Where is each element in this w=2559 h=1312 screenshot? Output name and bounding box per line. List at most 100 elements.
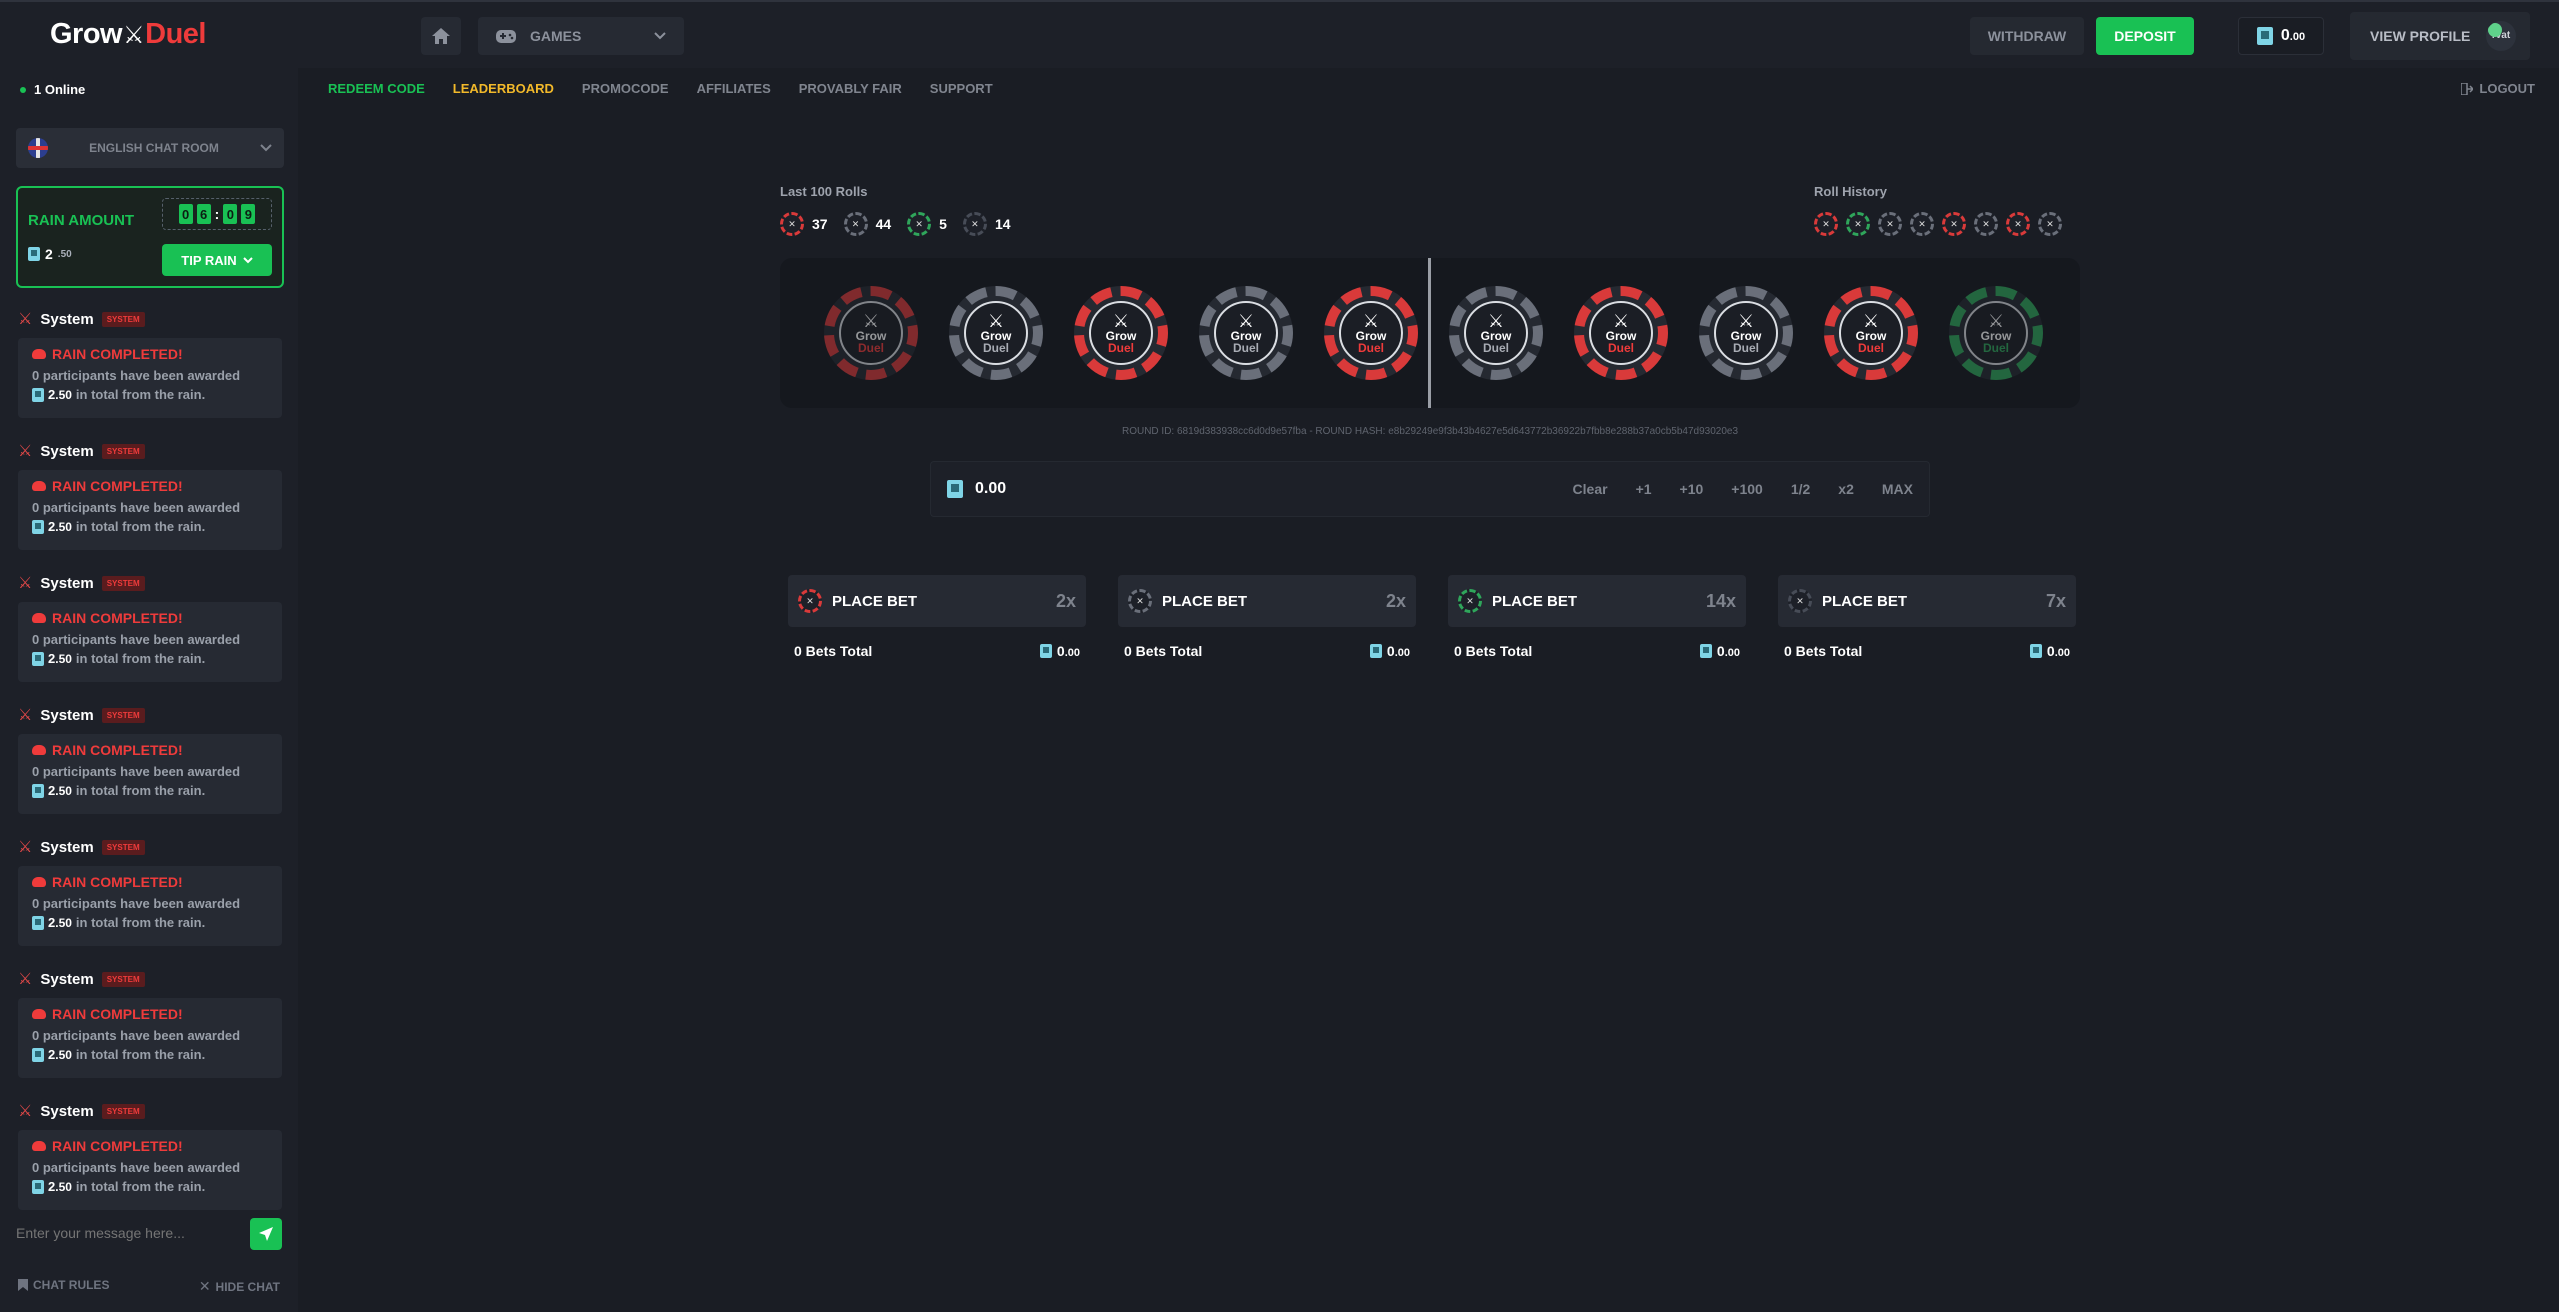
message-title-text: RAIN COMPLETED! bbox=[52, 346, 183, 362]
balance-int: 0 bbox=[2280, 27, 2290, 44]
message-author[interactable]: System bbox=[40, 1103, 93, 1120]
bet-amount-value[interactable]: 0.00 bbox=[975, 480, 1545, 498]
bets-total-amount: 0.00 bbox=[1699, 643, 1740, 659]
bet-multiplier: 14x bbox=[1705, 590, 1736, 611]
message-title: RAIN COMPLETED! bbox=[32, 610, 268, 626]
crossed-swords-icon: ⚔ bbox=[1362, 311, 1380, 331]
crossed-swords-icon: ⚔ bbox=[1112, 311, 1130, 331]
message-line-1: 0 participants have been awarded bbox=[32, 368, 268, 383]
message-line-1-text: participants have been awarded bbox=[42, 1028, 241, 1043]
site-logo[interactable]: Grow⚔Duel bbox=[50, 18, 206, 51]
lock-coin-icon bbox=[32, 387, 44, 402]
chip-face: ⚔ Grow Duel bbox=[1839, 301, 1903, 365]
message-author[interactable]: System bbox=[40, 443, 93, 460]
nav-affiliates[interactable]: AFFILIATES bbox=[697, 81, 771, 96]
chat-rules-link[interactable]: CHAT RULES bbox=[18, 1278, 109, 1292]
view-profile-label: VIEW PROFILE bbox=[2370, 28, 2471, 44]
chip-dark-icon bbox=[962, 212, 987, 236]
balance-dec: .00 bbox=[2289, 31, 2306, 43]
deposit-button[interactable]: DEPOSIT bbox=[2096, 17, 2194, 55]
bet-amount-input[interactable]: 0.00 Clear +1 +10 +100 1/2 x2 MAX bbox=[930, 461, 1930, 517]
bet-max-button[interactable]: MAX bbox=[1882, 481, 1913, 497]
timer-digit: 6 bbox=[196, 204, 211, 224]
rain-panel: RAIN AMOUNT 2.50 0 6 : 0 9 TIP RAIN bbox=[16, 186, 284, 288]
bet-half-button[interactable]: 1/2 bbox=[1791, 481, 1810, 497]
roller-chip-grey: ⚔ Grow Duel bbox=[949, 286, 1043, 380]
message-line-1-text: participants have been awarded bbox=[42, 500, 241, 515]
logout-button[interactable]: LOGOUT bbox=[2461, 81, 2535, 96]
system-badge: SYSTEM bbox=[101, 443, 145, 459]
chat-room-select[interactable]: ENGLISH CHAT ROOM bbox=[16, 128, 284, 168]
roller-chip-red: ⚔ Grow Duel bbox=[1574, 286, 1668, 380]
message-author[interactable]: System bbox=[40, 575, 93, 592]
nav-support[interactable]: SUPPORT bbox=[930, 81, 993, 96]
last-rolls-label: Last 100 Rolls bbox=[780, 184, 868, 199]
chevron-down-icon bbox=[242, 256, 253, 263]
chat-message-input[interactable] bbox=[16, 1216, 236, 1250]
chip-green-icon bbox=[1458, 589, 1482, 613]
participants-count: 0 bbox=[32, 1028, 40, 1043]
bet-multiplier: 2x bbox=[1055, 590, 1076, 611]
chip-word-duel: Duel bbox=[1357, 341, 1384, 355]
system-badge: SYSTEM bbox=[101, 707, 145, 723]
message-title: RAIN COMPLETED! bbox=[32, 742, 268, 758]
chevron-down-icon bbox=[260, 144, 272, 152]
bet-clear-button[interactable]: Clear bbox=[1573, 481, 1608, 497]
place-bet-button[interactable]: PLACE BET 7x bbox=[1778, 575, 2076, 627]
place-bet-button[interactable]: PLACE BET 2x bbox=[1118, 575, 1416, 627]
message-title: RAIN COMPLETED! bbox=[32, 478, 268, 494]
message-author[interactable]: System bbox=[40, 311, 93, 328]
roll-stat-count: 37 bbox=[812, 216, 828, 232]
roller-chip-grey: ⚔ Grow Duel bbox=[1449, 286, 1543, 380]
home-button[interactable] bbox=[421, 17, 461, 55]
rain-cloud-icon bbox=[32, 349, 46, 359]
chip-grey-icon bbox=[843, 212, 868, 236]
message-author[interactable]: System bbox=[40, 971, 93, 988]
chip-face: ⚔ Grow Duel bbox=[1339, 301, 1403, 365]
send-button[interactable] bbox=[250, 1218, 282, 1250]
message-title: RAIN COMPLETED! bbox=[32, 874, 268, 890]
bets-total-dec: .00 bbox=[2054, 647, 2070, 659]
nav-provably-fair[interactable]: PROVABLY FAIR bbox=[799, 81, 902, 96]
bet-double-button[interactable]: x2 bbox=[1838, 481, 1854, 497]
chip-face: ⚔ Grow Duel bbox=[1464, 301, 1528, 365]
message-line-1-text: participants have been awarded bbox=[42, 1160, 241, 1175]
crossed-swords-icon: ⚔ bbox=[123, 22, 145, 49]
nav-leaderboard[interactable]: LEADERBOARD bbox=[453, 81, 554, 96]
logout-label: LOGOUT bbox=[2479, 81, 2535, 96]
hide-chat-button[interactable]: ✕ HIDE CHAT bbox=[199, 1278, 280, 1295]
withdraw-button[interactable]: WITHDRAW bbox=[1970, 17, 2084, 55]
bets-total-row: 0 Bets Total 0.00 bbox=[1778, 643, 2076, 659]
message-card: RAIN COMPLETED! 0 participants have been … bbox=[18, 602, 282, 682]
games-dropdown[interactable]: GAMES bbox=[478, 17, 684, 55]
message-line-1-text: participants have been awarded bbox=[42, 764, 241, 779]
lock-coin-icon bbox=[2256, 27, 2273, 45]
nav-redeem-code[interactable]: REDEEM CODE bbox=[328, 81, 425, 96]
avatar-alt-text: rvat bbox=[2491, 30, 2511, 41]
message-header: ⚔ System SYSTEM bbox=[18, 572, 282, 594]
system-badge: SYSTEM bbox=[101, 1103, 145, 1119]
bet-plus-1-button[interactable]: +1 bbox=[1636, 481, 1652, 497]
message-line-2-text: in total from the rain. bbox=[75, 651, 206, 666]
message-line-2: 2.50 in total from the rain. bbox=[32, 915, 268, 930]
chat-footer: CHAT RULES ✕ HIDE CHAT bbox=[0, 1278, 298, 1302]
view-profile-button[interactable]: VIEW PROFILE rvat bbox=[2350, 12, 2530, 60]
bet-plus-10-button[interactable]: +10 bbox=[1680, 481, 1704, 497]
chip-red-icon bbox=[798, 589, 822, 613]
message-author[interactable]: System bbox=[40, 707, 93, 724]
message-title-text: RAIN COMPLETED! bbox=[52, 742, 183, 758]
roller-chip-red: ⚔ Grow Duel bbox=[824, 286, 918, 380]
crossed-swords-icon: ⚔ bbox=[862, 311, 880, 331]
system-badge: SYSTEM bbox=[101, 839, 145, 855]
balance-display[interactable]: 0.00 bbox=[2238, 17, 2324, 55]
bet-plus-100-button[interactable]: +100 bbox=[1731, 481, 1763, 497]
place-bet-button[interactable]: PLACE BET 14x bbox=[1448, 575, 1746, 627]
uk-flag-icon bbox=[28, 138, 48, 158]
chip-word-duel: Duel bbox=[1857, 341, 1884, 355]
place-bet-button[interactable]: PLACE BET 2x bbox=[788, 575, 1086, 627]
history-chip-grey-icon bbox=[1910, 212, 1934, 236]
message-line-2-text: in total from the rain. bbox=[75, 915, 206, 930]
message-author[interactable]: System bbox=[40, 839, 93, 856]
nav-promocode[interactable]: PROMOCODE bbox=[582, 81, 669, 96]
tip-rain-button[interactable]: TIP RAIN bbox=[162, 244, 272, 276]
